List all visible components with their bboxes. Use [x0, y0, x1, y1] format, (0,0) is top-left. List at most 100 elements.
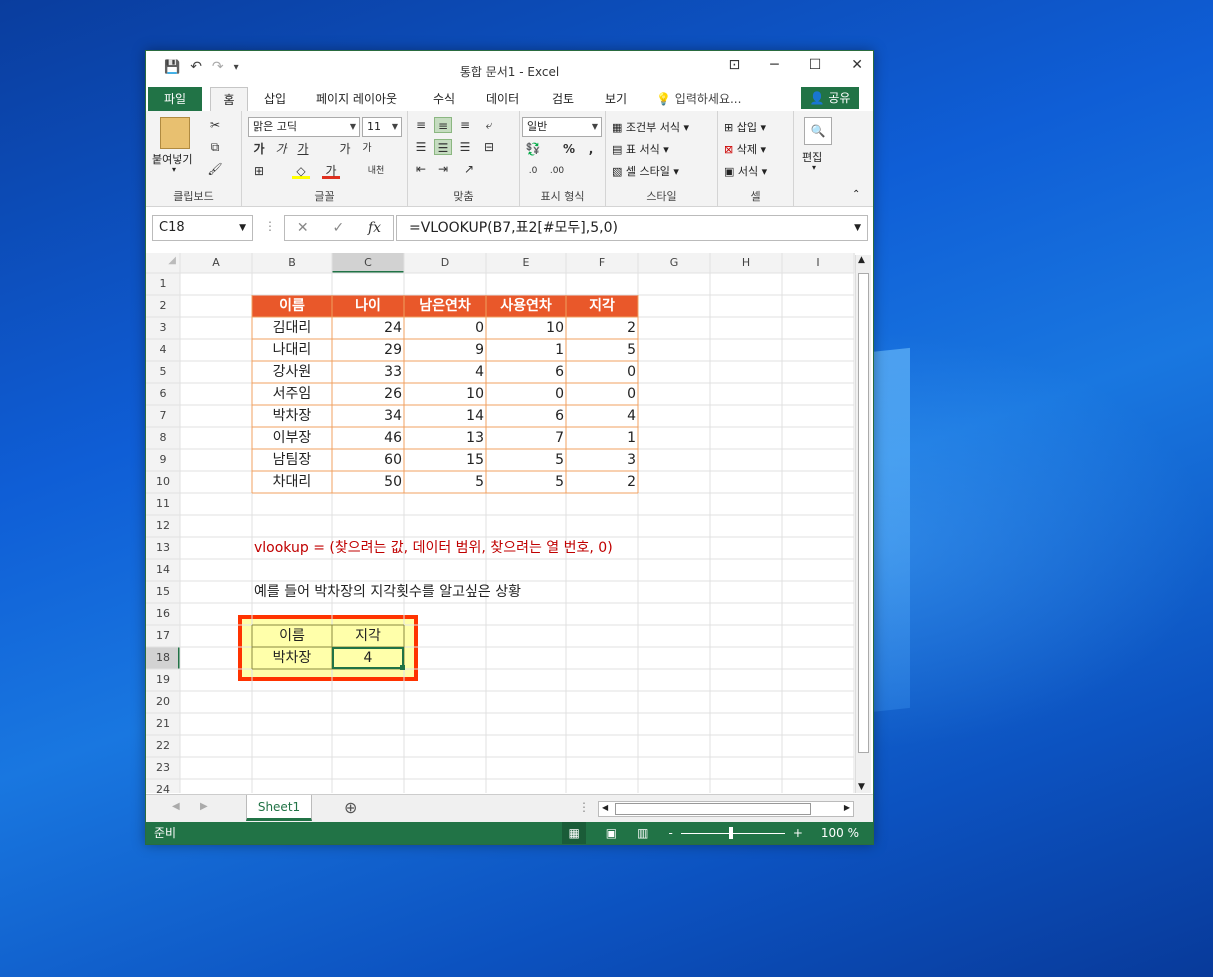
increase-indent-icon[interactable]: ⇥ [434, 161, 452, 177]
table-cell-late[interactable]: 2 [566, 317, 638, 339]
align-left-icon[interactable]: ☰ [412, 139, 430, 155]
row-header-22[interactable]: 22 [146, 739, 180, 752]
wrap-text-icon[interactable]: ⤶ [480, 117, 498, 133]
table-cell-age[interactable]: 60 [332, 449, 404, 471]
collapse-ribbon-icon[interactable]: ⌃ [852, 189, 860, 200]
table-cell-name[interactable]: 이부장 [252, 427, 332, 449]
zoom-out-button[interactable]: - [668, 822, 672, 844]
zoom-level[interactable]: 100 % [821, 822, 859, 844]
table-cell-remain[interactable]: 10 [404, 383, 486, 405]
table-cell-used[interactable]: 1 [486, 339, 566, 361]
tab-page-layout[interactable]: 페이지 레이아웃 [316, 87, 397, 111]
row-header-15[interactable]: 15 [146, 585, 180, 598]
table-cell-age[interactable]: 46 [332, 427, 404, 449]
share-button[interactable]: 👤 공유 [801, 87, 859, 109]
tab-data[interactable]: 데이터 [486, 87, 519, 111]
table-cell-remain[interactable]: 15 [404, 449, 486, 471]
name-box[interactable]: C18 ▼ [152, 215, 253, 241]
tab-view[interactable]: 보기 [605, 87, 627, 111]
zoom-slider-thumb[interactable] [728, 826, 733, 839]
column-header-a[interactable]: A [180, 256, 252, 269]
insert-cells-button[interactable]: ⊞ 삽입 ▾ [724, 119, 766, 135]
paste-icon[interactable] [160, 117, 190, 149]
row-header-3[interactable]: 3 [146, 321, 180, 334]
scroll-down-icon[interactable]: ▼ [858, 782, 865, 792]
horizontal-scrollbar[interactable]: ◀ ▶ [598, 801, 854, 817]
increase-decimal-icon[interactable]: .0 [524, 163, 542, 179]
table-cell-remain[interactable]: 13 [404, 427, 486, 449]
page-break-view-icon[interactable]: ▥ [637, 822, 648, 844]
align-center-icon[interactable]: ☰ [434, 139, 452, 155]
bold-button[interactable]: 가 [250, 141, 268, 157]
row-header-17[interactable]: 17 [146, 629, 180, 642]
tab-split-grip-icon[interactable]: ⋮ [578, 800, 590, 814]
tell-me-search[interactable]: 💡 입력하세요... [656, 87, 741, 111]
tab-insert[interactable]: 삽입 [264, 87, 286, 111]
enter-icon[interactable]: ✓ [332, 220, 344, 236]
table-cell-used[interactable]: 5 [486, 449, 566, 471]
font-name-combo[interactable]: 맑은 고딕 ▼ [248, 117, 360, 137]
format-as-table-button[interactable]: ▤ 표 서식 ▾ [612, 141, 669, 157]
row-header-18[interactable]: 18 [146, 651, 180, 664]
cancel-icon[interactable]: ✕ [297, 220, 309, 236]
row-header-7[interactable]: 7 [146, 409, 180, 422]
insert-function-icon[interactable]: fx [368, 220, 381, 236]
table-cell-late[interactable]: 0 [566, 383, 638, 405]
column-header-f[interactable]: F [566, 256, 638, 269]
align-right-icon[interactable]: ☰ [456, 139, 474, 155]
formula-input[interactable]: =VLOOKUP(B7,표2[#모두],5,0) ▼ [396, 215, 868, 241]
table-cell-late[interactable]: 2 [566, 471, 638, 493]
lookup-result-cell[interactable]: 4 [332, 647, 404, 669]
row-header-6[interactable]: 6 [146, 387, 180, 400]
number-format-combo[interactable]: 일반 ▼ [522, 117, 602, 137]
cut-icon[interactable]: ✂ [206, 117, 224, 133]
scroll-prev-sheet-icon[interactable]: ◀ [172, 801, 180, 812]
lookup-name-cell[interactable]: 박차장 [252, 647, 332, 669]
select-all-icon[interactable]: ◢ [146, 255, 180, 266]
normal-view-icon[interactable]: ▦ [562, 822, 586, 844]
table-header-cell[interactable]: 나이 [332, 295, 404, 317]
lookup-header-name[interactable]: 이름 [252, 625, 332, 647]
comma-style-button[interactable]: , [582, 141, 600, 157]
row-header-9[interactable]: 9 [146, 453, 180, 466]
maximize-button[interactable]: ☐ [809, 57, 822, 73]
table-cell-late[interactable]: 0 [566, 361, 638, 383]
underline-button[interactable]: 가 [294, 141, 312, 157]
table-cell-remain[interactable]: 9 [404, 339, 486, 361]
add-sheet-icon[interactable]: ⊕ [344, 798, 357, 817]
lookup-header-late[interactable]: 지각 [332, 625, 404, 647]
row-header-1[interactable]: 1 [146, 277, 180, 290]
scroll-right-icon[interactable]: ▶ [844, 803, 850, 812]
tab-file[interactable]: 파일 [148, 87, 202, 111]
row-header-4[interactable]: 4 [146, 343, 180, 356]
tab-formulas[interactable]: 수식 [433, 87, 455, 111]
italic-button[interactable]: 가 [272, 141, 290, 157]
row-header-12[interactable]: 12 [146, 519, 180, 532]
table-cell-used[interactable]: 10 [486, 317, 566, 339]
tab-review[interactable]: 검토 [552, 87, 574, 111]
ribbon-display-options-icon[interactable]: ⊡ [729, 57, 741, 73]
align-middle-icon[interactable]: ≡ [434, 117, 452, 133]
table-cell-remain[interactable]: 4 [404, 361, 486, 383]
table-cell-name[interactable]: 남팀장 [252, 449, 332, 471]
horizontal-scroll-thumb[interactable] [615, 803, 811, 815]
sheet-tab-sheet1[interactable]: Sheet1 [246, 795, 312, 821]
font-size-combo[interactable]: 11 ▼ [362, 117, 402, 137]
table-cell-name[interactable]: 차대리 [252, 471, 332, 493]
scroll-next-sheet-icon[interactable]: ▶ [200, 801, 208, 812]
borders-icon[interactable]: ⊞ [250, 163, 268, 179]
phonetic-button[interactable]: 내천 [364, 163, 388, 179]
row-header-21[interactable]: 21 [146, 717, 180, 730]
row-header-23[interactable]: 23 [146, 761, 180, 774]
table-header-cell[interactable]: 사용연차 [486, 295, 566, 317]
orientation-icon[interactable]: ↗ [460, 161, 478, 177]
paste-dropdown-icon[interactable]: ▾ [172, 165, 176, 174]
page-layout-view-icon[interactable]: ▣ [606, 822, 617, 844]
row-header-5[interactable]: 5 [146, 365, 180, 378]
scroll-up-icon[interactable]: ▲ [858, 255, 865, 265]
decrease-decimal-icon[interactable]: .00 [548, 163, 566, 179]
table-cell-late[interactable]: 4 [566, 405, 638, 427]
scroll-left-icon[interactable]: ◀ [602, 803, 608, 812]
table-header-cell[interactable]: 이름 [252, 295, 332, 317]
table-cell-name[interactable]: 김대리 [252, 317, 332, 339]
